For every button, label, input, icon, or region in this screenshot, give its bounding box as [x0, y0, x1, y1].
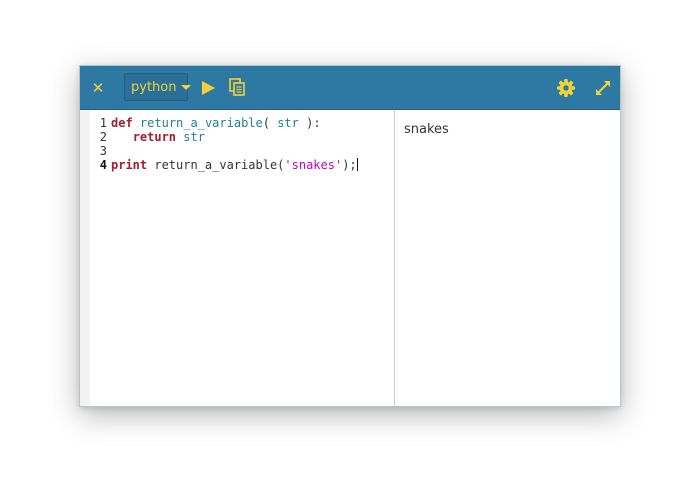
punctuation-token: (	[262, 116, 278, 130]
close-icon: ✕	[91, 78, 105, 97]
code-line: 2 return str	[90, 130, 205, 144]
copy-icon	[229, 78, 245, 96]
output-panel: snakes	[395, 110, 620, 406]
fullscreen-button[interactable]	[593, 78, 613, 98]
code-line-active: 4 print return_a_variable('snakes');	[90, 158, 358, 172]
close-button[interactable]: ✕	[88, 78, 108, 98]
output-text: snakes	[404, 122, 449, 137]
language-select[interactable]: python	[124, 73, 192, 101]
language-label: python	[131, 79, 177, 95]
parameter-token: str	[277, 116, 299, 130]
line-number: 2	[99, 130, 107, 144]
caret-down-icon	[181, 84, 192, 90]
punctuation-token: ):	[298, 116, 321, 130]
line-number-active: 4	[99, 158, 107, 172]
keyword-token: print	[111, 158, 148, 172]
gear-icon	[557, 79, 575, 97]
variable-token: str	[183, 130, 205, 144]
punctuation-token: );	[342, 158, 357, 172]
code-line: 1 def return_a_variable( str ):	[90, 116, 321, 130]
function-name-token: return_a_variable	[139, 116, 263, 130]
keyword-token: return	[132, 130, 177, 144]
run-button[interactable]	[199, 78, 217, 98]
text-cursor	[356, 158, 358, 171]
play-icon	[202, 81, 215, 95]
line-number: 1	[99, 116, 107, 130]
toolbar: ✕ python	[80, 66, 620, 110]
call-token: return_a_variable(	[147, 158, 285, 172]
settings-button[interactable]	[555, 77, 577, 99]
string-token: 'snakes'	[284, 158, 343, 172]
line-number: 3	[99, 144, 107, 158]
code-line: 3	[90, 144, 111, 158]
keyword-token: def	[111, 116, 133, 130]
editor-gutter	[80, 110, 90, 406]
code-runner-window: ✕ python 1 def return_a_variable(str):…	[79, 65, 621, 407]
copy-button[interactable]	[228, 77, 246, 97]
code-editor[interactable]: 1 def return_a_variable( str ): 2 return …	[80, 110, 395, 406]
expand-icon	[596, 81, 610, 95]
